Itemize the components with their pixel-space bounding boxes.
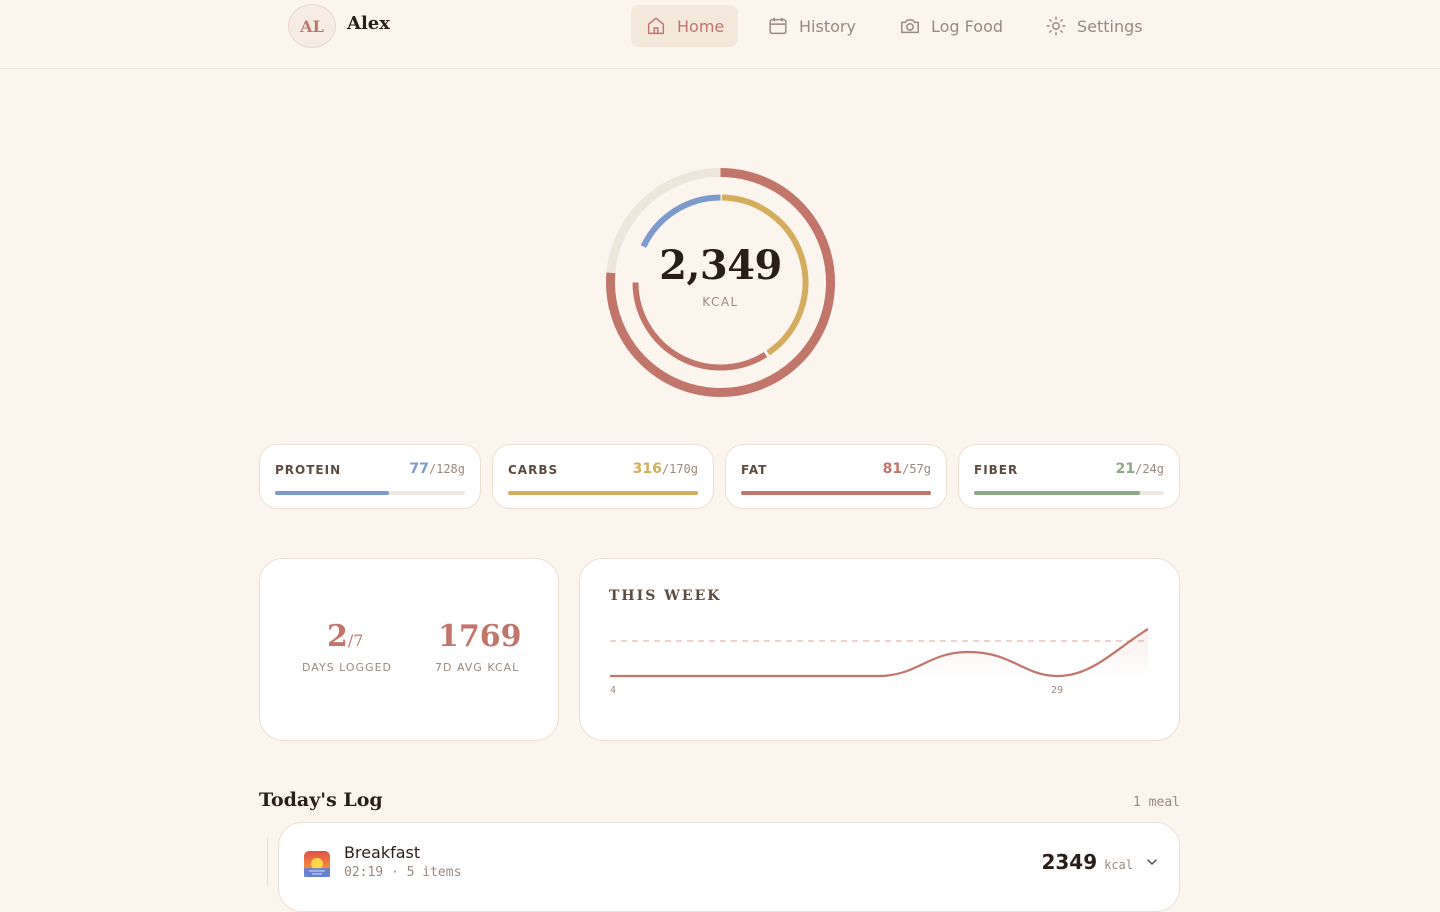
- timeline-line: [267, 838, 268, 886]
- macro-label: FIBER: [974, 463, 1019, 477]
- todays-log-title: Today's Log: [259, 789, 383, 811]
- sparkline-line: [610, 628, 1149, 678]
- macro-label: PROTEIN: [275, 463, 342, 477]
- user-name: Alex: [347, 13, 390, 34]
- macro-progress-track: [508, 491, 698, 495]
- nav-home-label: Home: [677, 16, 725, 36]
- macro-card-fiber: FIBER 21/24g: [958, 444, 1180, 509]
- macro-progress-fill: [508, 491, 698, 495]
- macro-value: 316/170g: [633, 461, 698, 477]
- nav-history[interactable]: History: [753, 5, 870, 47]
- chevron-down-icon[interactable]: [1145, 855, 1159, 869]
- macro-label: CARBS: [508, 463, 559, 477]
- macro-goal: /57g: [902, 462, 931, 476]
- macro-progress-fill: [741, 491, 931, 495]
- macro-card-fat: FAT 81/57g: [725, 444, 947, 509]
- meal-kcal-unit: kcal: [1104, 858, 1133, 872]
- macro-progress-track: [741, 491, 931, 495]
- macro-card-protein: PROTEIN 77/128g: [259, 444, 481, 509]
- sun-icon: [1046, 16, 1066, 36]
- macro-progress-track: [275, 491, 465, 495]
- macro-progress-fill: [974, 491, 1141, 495]
- week-card: THIS WEEK 4 29: [579, 558, 1180, 741]
- sunrise-icon: [304, 851, 330, 877]
- days-logged-total: /7: [347, 631, 364, 650]
- days-logged-label: DAYS LOGGED: [302, 661, 393, 674]
- macro-progress-fill: [275, 491, 389, 495]
- kcal-total: 2,349: [659, 242, 782, 289]
- nav-home[interactable]: Home: [631, 5, 739, 47]
- macro-amount: 81: [882, 461, 903, 477]
- week-title: THIS WEEK: [609, 588, 722, 604]
- macro-progress-track: [974, 491, 1164, 495]
- week-sparkline: 4 29: [610, 628, 1149, 696]
- meal-card-breakfast[interactable]: Breakfast 02:19 · 5 items 2349 kcal: [278, 822, 1180, 912]
- nav-log-food-label: Log Food: [931, 16, 1004, 36]
- macro-label: FAT: [741, 463, 768, 477]
- top-bar: AL Alex Home History Log Food Settings: [0, 0, 1440, 69]
- sparkline-area: [610, 629, 1148, 679]
- stats-card: 2/7 DAYS LOGGED 1769 7D AVG KCAL: [259, 558, 559, 741]
- macro-goal: /24g: [1135, 462, 1164, 476]
- nav-history-label: History: [799, 16, 856, 36]
- macro-goal: /170g: [661, 462, 698, 476]
- avg-kcal-label: 7D AVG KCAL: [435, 661, 520, 674]
- meal-meta: 02:19 · 5 items: [344, 865, 462, 880]
- nav-settings-label: Settings: [1077, 16, 1143, 36]
- tick-start: 4: [610, 685, 616, 696]
- macro-card-carbs: CARBS 316/170g: [492, 444, 714, 509]
- days-logged-value: 2/7: [327, 619, 363, 654]
- macro-amount: 77: [409, 461, 429, 477]
- avatar[interactable]: AL: [288, 4, 336, 48]
- home-icon: [647, 17, 665, 35]
- camera-icon: [901, 19, 919, 34]
- calendar-icon: [769, 17, 787, 35]
- macro-value: 77/128g: [409, 461, 465, 477]
- macro-value: 81/57g: [883, 461, 931, 477]
- avg-kcal-value: 1769: [438, 619, 522, 654]
- nav-settings[interactable]: Settings: [1031, 5, 1157, 47]
- macro-amount: 316: [632, 461, 662, 477]
- meal-kcal: 2349 kcal: [1041, 850, 1133, 874]
- meal-name: Breakfast: [344, 843, 421, 862]
- kcal-unit: KCAL: [702, 295, 739, 309]
- macro-amount: 21: [1115, 461, 1136, 477]
- days-logged-count: 2: [327, 619, 348, 654]
- tick-mid: 29: [1051, 685, 1063, 696]
- macro-value: 21/24g: [1116, 461, 1164, 477]
- macro-goal: /128g: [428, 462, 465, 476]
- inner-ring-protein: [640, 194, 721, 248]
- meal-count: 1 meal: [1133, 795, 1180, 810]
- nav-log-food[interactable]: Log Food: [885, 5, 1017, 47]
- meal-kcal-value: 2349: [1041, 850, 1098, 874]
